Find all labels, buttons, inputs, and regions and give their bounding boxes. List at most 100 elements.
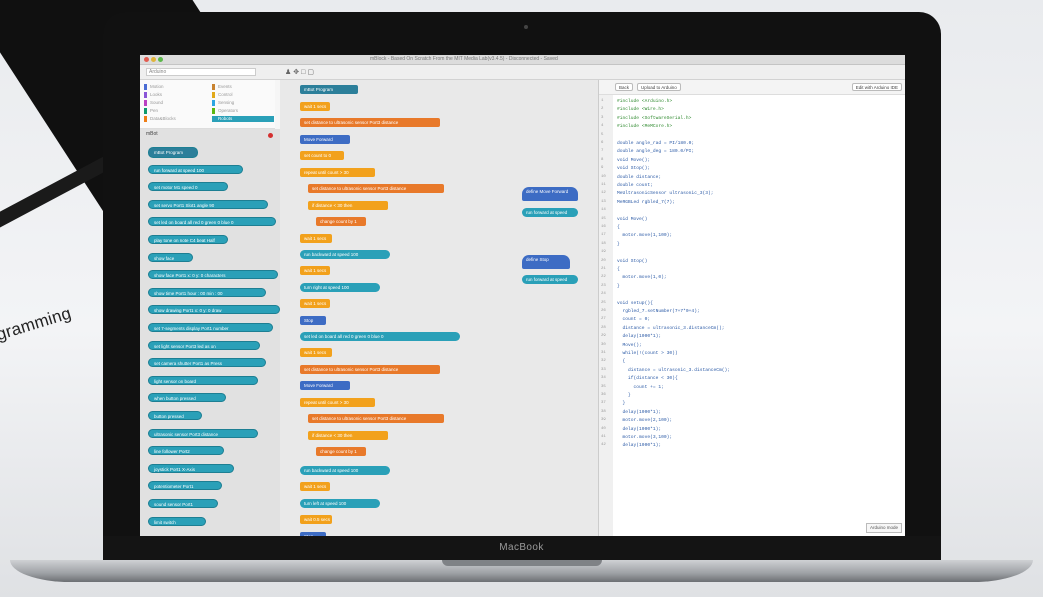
upload-to-arduino-button[interactable]: Upload to Arduino [637,83,681,91]
block-categories: Motion Looks Sound Pen Data&Blocks Events Cont… [140,80,275,129]
palette-block[interactable]: set led on board all red 0 green 0 blue … [148,217,276,227]
code-line: void setup(){ [617,300,653,306]
script-block[interactable]: mBot Program [300,85,358,94]
category-looks[interactable]: Looks [144,92,206,98]
category-robots[interactable]: Robots [212,116,274,122]
back-button[interactable]: Back [615,83,634,91]
script-block[interactable]: wait 1 secs [300,348,332,357]
palette-block[interactable]: set 7-segments display Port1 number [148,323,273,332]
line-number: 37 [601,401,606,406]
laptop-base-notch [442,560,602,566]
script-block[interactable]: Stop [300,532,326,536]
palette-title: mBot [146,131,158,137]
line-number: 5 [601,132,604,137]
script-block[interactable]: wait 1 secs [300,102,330,111]
minimize-window-button[interactable] [151,57,156,62]
script-block[interactable]: turn left at speed 100 [300,499,380,508]
script-block[interactable]: if distance < 30 then [308,431,388,440]
palette-block[interactable]: set light sensor Port3 led as on [148,340,260,350]
code-line: delay(1000*1); [617,334,662,340]
script-block[interactable]: wait 1 secs [300,299,330,308]
script-block[interactable]: if distance < 30 then [308,201,388,210]
palette-block[interactable]: show time Port1 hour : 00 min : 00 [148,287,266,297]
script-block[interactable]: turn right at speed 100 [300,283,380,292]
script-block[interactable]: set led on board all red 0 green 0 blue … [300,332,460,341]
palette-block[interactable]: line follower Port2 [148,446,224,456]
script-block[interactable]: change count by 1 [316,217,366,226]
script-block[interactable]: run backward at speed 100 [300,250,390,259]
script-block[interactable]: set distance to ultrasonic sensor Port3 … [300,365,440,374]
palette-block[interactable]: limit switch [148,516,206,526]
palette-block[interactable]: light sensor on board [148,375,258,385]
category-control[interactable]: Control [212,92,274,98]
code-line: double count; [617,183,653,188]
script-block[interactable]: repeat until count > 30 [300,168,375,177]
palette-block[interactable]: show face Port1 x: 0 y: 0 characters [148,270,278,280]
line-number: 25 [601,300,606,305]
close-icon[interactable] [268,133,273,138]
category-motion[interactable]: Motion [144,84,206,90]
toolbar-tool-icons[interactable]: ♟✥□▢ [285,68,316,76]
palette-block[interactable]: ultrasonic sensor Port3 distance [148,428,258,438]
code-line: if(distance < 30){ [617,376,678,382]
define-block[interactable]: run forward at speed [522,208,578,217]
script-workspace[interactable]: ⊕⊖ mBot Programwait 1 secsset distance t… [280,80,598,536]
code-line: double angle_rad = PI/180.0; [617,141,695,146]
code-line: #include <MeMCore.h> [617,124,673,130]
palette-block[interactable]: show face [148,252,193,262]
line-number: 20 [601,258,606,263]
edit-with-arduino-ide-button[interactable]: Edit with Arduino IDE [851,83,902,91]
palette-block[interactable]: mBot Program [148,147,198,158]
search-input[interactable]: Arduino [146,68,256,76]
palette-block[interactable]: play tone on note C4 beat Half [148,235,228,244]
line-number: 40 [601,426,606,431]
zoom-window-button[interactable] [158,57,163,62]
script-block[interactable]: set distance to ultrasonic sensor Port3 … [300,118,440,127]
line-number: 16 [601,225,606,229]
palette-block[interactable]: set servo Port1 Slot1 angle 90 [148,199,268,209]
code-line: { [617,359,626,365]
category-sound[interactable]: Sound [144,100,206,106]
script-block[interactable]: set distance to ultrasonic sensor Port3 … [308,184,444,193]
palette-block[interactable]: show drawing Port1 x: 0 y: 0 draw [148,305,280,315]
camera-dot [524,25,528,29]
category-events[interactable]: Events [212,84,274,90]
code-line: double angle_deg = 180.0/PI; [617,149,695,155]
script-block[interactable]: Move Forward [300,381,350,390]
palette-block[interactable]: run forward at speed 100 [148,164,243,174]
palette-block[interactable]: button pressed [148,411,202,420]
code-line: motor.move(3,100); [617,435,673,440]
script-block[interactable]: wait 1 secs [300,482,330,491]
script-block[interactable]: set distance to ultrasonic sensor Port3 … [308,414,444,423]
script-block[interactable]: wait 0.5 secs [300,515,332,524]
category-operators[interactable]: Operators [212,108,274,114]
category-data-blocks[interactable]: Data&Blocks [144,116,206,122]
line-number: 21 [601,267,606,271]
arduino-mode-button[interactable]: Arduino mode [865,523,902,533]
close-window-button[interactable] [144,57,149,62]
palette-block[interactable]: set motor M1 speed 0 [148,182,228,192]
define-block[interactable]: define Move Forward [522,187,578,201]
script-block[interactable]: repeat until count > 30 [300,398,375,407]
palette-block[interactable]: potentiometer Port1 [148,481,222,491]
backdrop-caption: gramming [0,303,74,345]
define-block[interactable]: define Stop [522,255,570,269]
line-number: 24 [601,292,606,297]
script-block[interactable]: set count to 0 [300,151,344,160]
script-block[interactable]: wait 1 secs [300,234,332,243]
palette-block[interactable]: sound sensor Port1 [148,499,218,508]
script-block[interactable]: Stop [300,316,326,325]
script-block[interactable]: run backward at speed 100 [300,466,390,475]
category-sensing[interactable]: Sensing [212,100,274,106]
script-block[interactable]: wait 1 secs [300,266,330,275]
palette-block[interactable]: joystick Port1 X-Axis [148,463,234,473]
category-pen[interactable]: Pen [144,108,206,114]
script-block[interactable]: Move Forward [300,135,350,144]
script-block[interactable]: change count by 1 [316,447,366,456]
line-number: 27 [601,317,606,322]
line-number: 10 [601,174,606,179]
define-block[interactable]: run forward at speed [522,275,578,284]
palette-block[interactable]: set camera shutter Port1 as Press [148,358,266,368]
palette-block[interactable]: when button pressed [148,393,226,403]
code-line: { [617,225,620,230]
